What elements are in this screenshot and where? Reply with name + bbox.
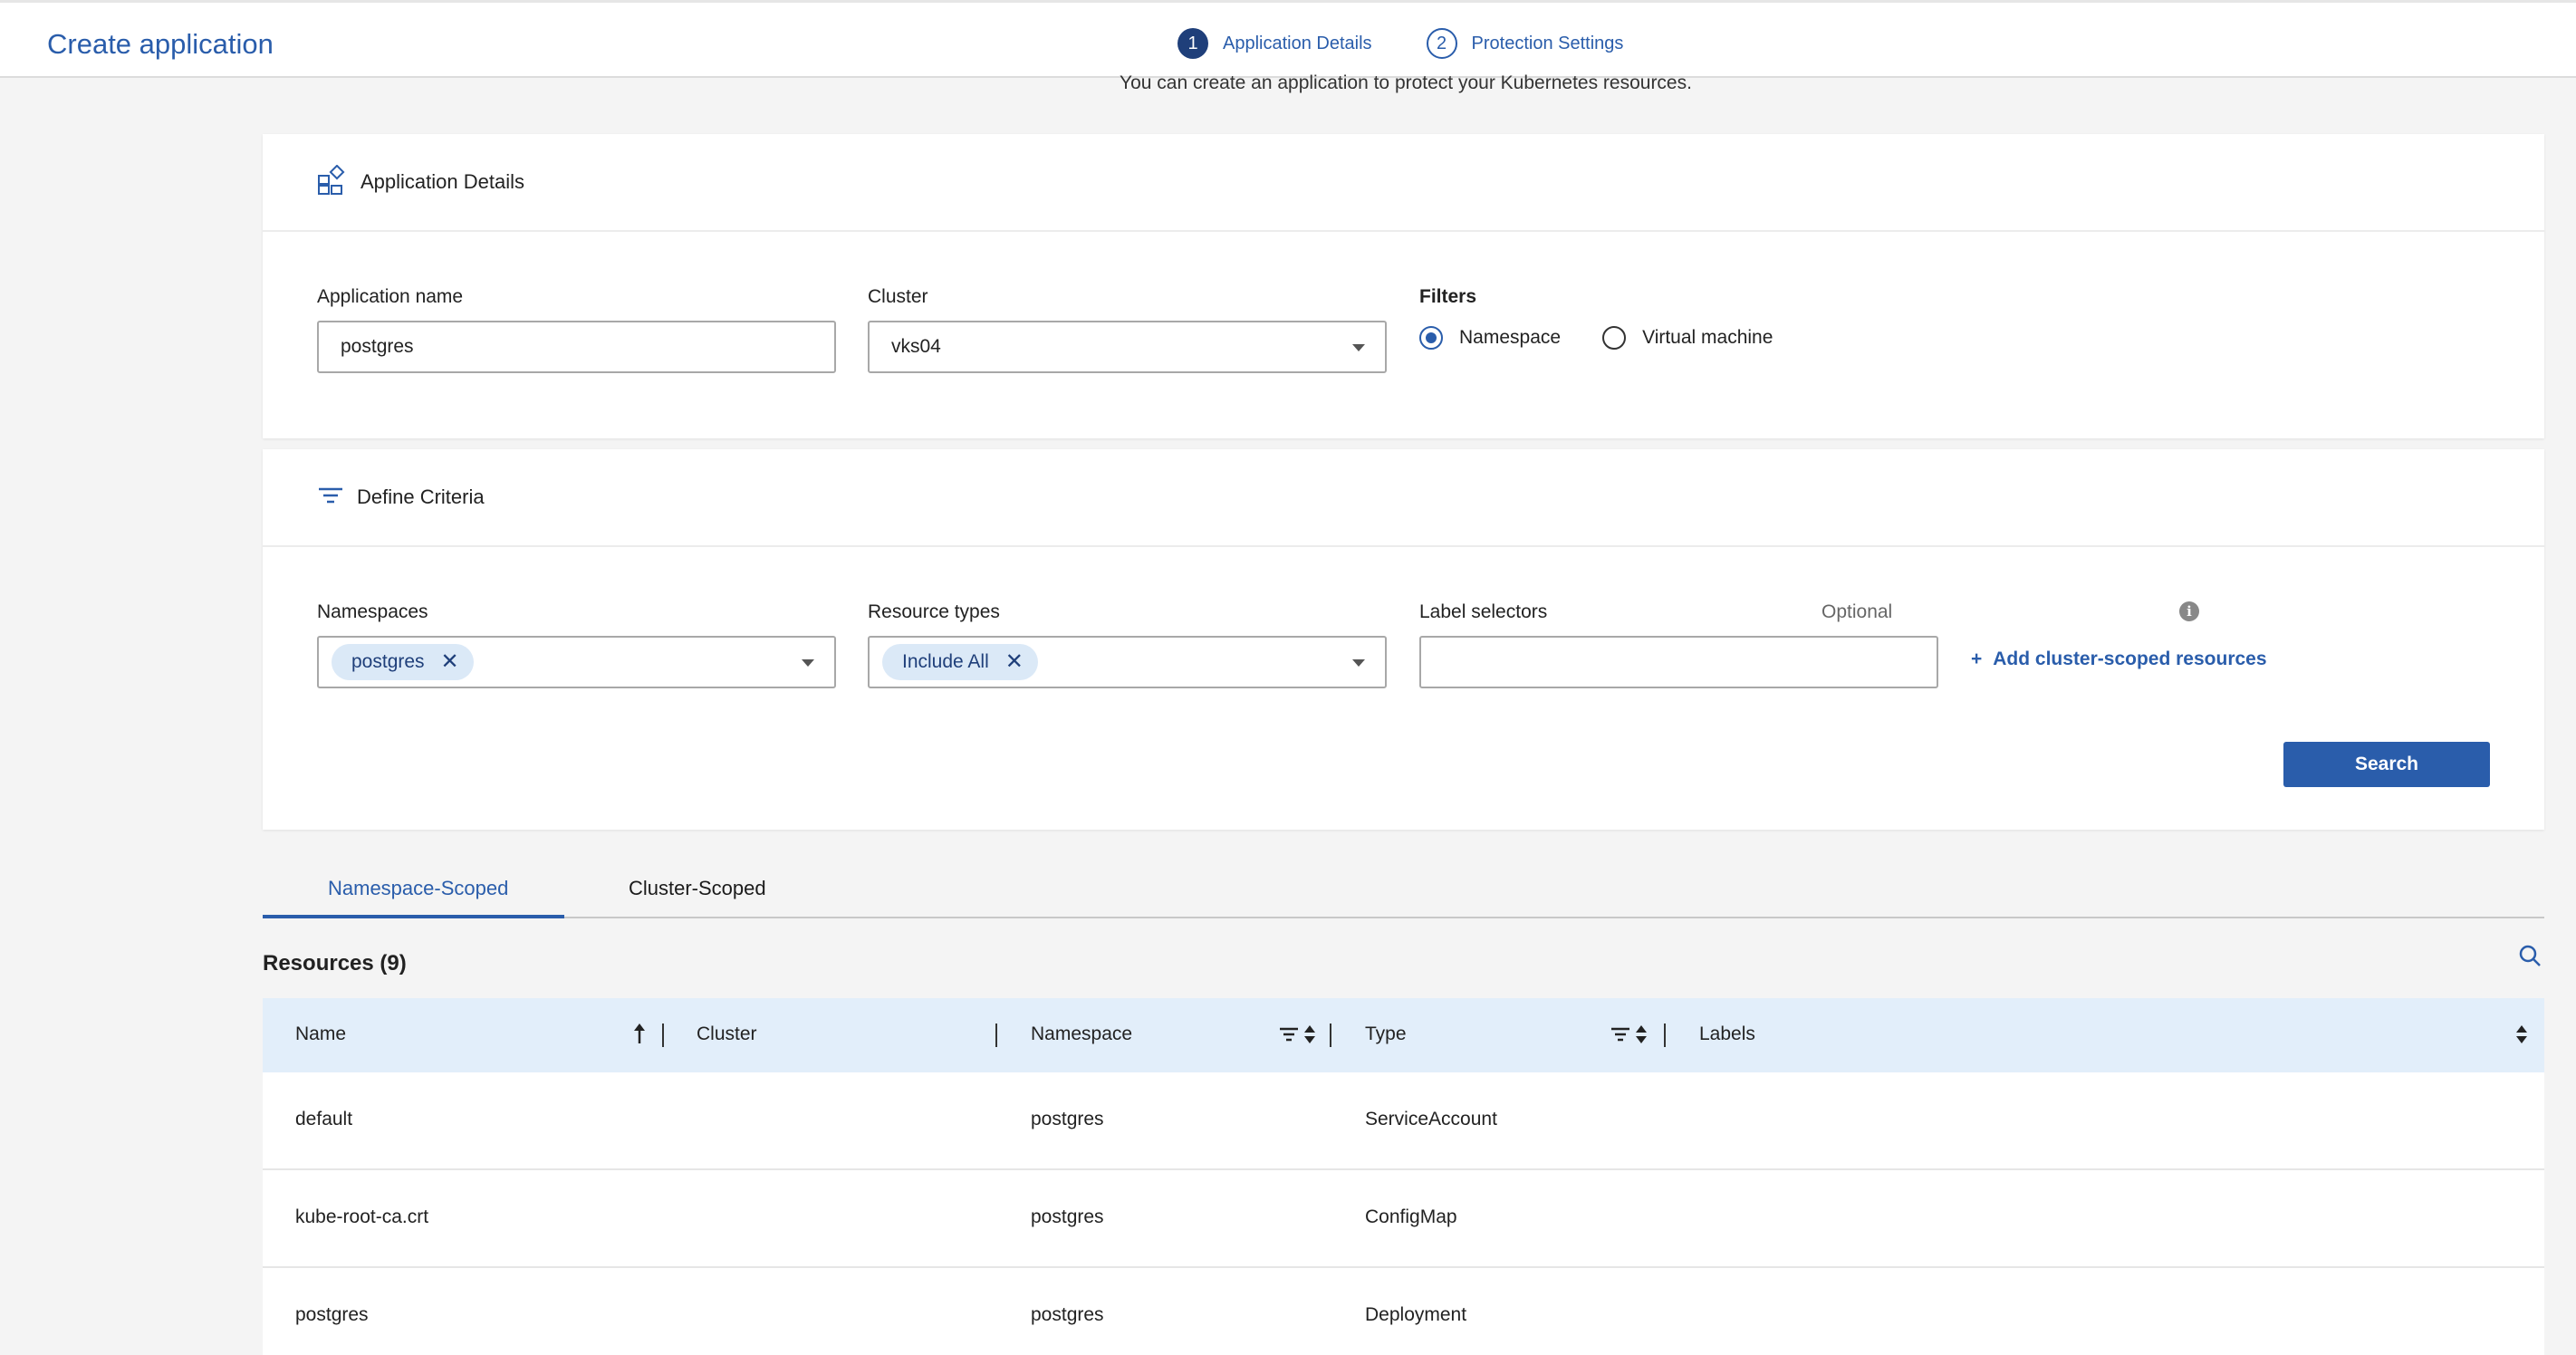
application-details-card: Application Details Application name Clu… (263, 134, 2544, 438)
column-header-type[interactable]: Type (1365, 1023, 1407, 1045)
filters-label: Filters (1419, 286, 1477, 307)
search-button[interactable]: Search (2283, 742, 2490, 787)
resource-types-select[interactable]: Include All ✕ (868, 636, 1387, 688)
resources-title: Resources (9) (263, 951, 407, 975)
namespaces-label: Namespaces (317, 601, 428, 622)
column-header-namespace[interactable]: Namespace (1031, 1023, 1132, 1045)
radio-virtual-machine-label[interactable]: Virtual machine (1642, 327, 1773, 349)
column-header-labels[interactable]: Labels (1699, 1023, 1755, 1045)
define-criteria-header: Define Criteria (263, 449, 2544, 547)
radio-virtual-machine[interactable] (1602, 326, 1627, 350)
application-name-input[interactable] (317, 321, 836, 373)
search-icon[interactable] (2518, 944, 2542, 972)
define-criteria-title: Define Criteria (357, 485, 485, 508)
cell-namespace: postgres (1031, 1206, 1104, 1227)
column-resizer[interactable] (995, 1023, 997, 1047)
cluster-select[interactable]: vks04 (868, 321, 1387, 373)
info-icon[interactable]: i (2179, 601, 2199, 621)
cell-namespace: postgres (1031, 1109, 1104, 1129)
resources-table: Name Cluster Namespace Type Labels defau… (263, 998, 2544, 1355)
namespace-chip-label: postgres (351, 651, 425, 672)
step-application-details[interactable]: 1 Application Details (1177, 28, 1372, 59)
namespaces-select[interactable]: postgres ✕ (317, 636, 836, 688)
step-protection-settings[interactable]: 2 Protection Settings (1426, 28, 1624, 59)
column-resizer[interactable] (662, 1023, 664, 1047)
column-header-name[interactable]: Name (295, 1023, 346, 1045)
filters-radio-group: Namespace Virtual machine (1419, 326, 1814, 350)
arrow-up-icon[interactable] (632, 1022, 647, 1050)
add-link-label: Add cluster-scoped resources (1993, 649, 2267, 669)
cell-name: postgres (295, 1304, 369, 1325)
step-number-2: 2 (1426, 28, 1457, 59)
scope-tabs: Namespace-Scoped Cluster-Scoped (263, 864, 2544, 918)
tab-namespace-scoped[interactable]: Namespace-Scoped (328, 877, 508, 900)
column-resizer[interactable] (1664, 1023, 1666, 1047)
page-title: Create application (47, 28, 274, 60)
filter-icon[interactable] (1279, 1025, 1299, 1048)
table-row[interactable]: postgres postgres Deployment (263, 1268, 2544, 1355)
plus-icon: + (1971, 649, 1983, 669)
wizard-stepper: 1 Application Details 2 Protection Setti… (1177, 28, 1677, 59)
chevron-down-icon (1352, 659, 1365, 667)
cell-name: default (295, 1109, 353, 1129)
cluster-select-value: vks04 (891, 336, 941, 357)
step-label-1: Application Details (1223, 33, 1372, 53)
top-bar: Create application 1 Application Details… (0, 0, 2576, 78)
step-label-2: Protection Settings (1471, 33, 1624, 53)
label-selectors-label: Label selectors (1419, 601, 1548, 622)
sort-icon[interactable] (1302, 1023, 1317, 1050)
define-criteria-card: Define Criteria Namespaces postgres ✕ Re… (263, 449, 2544, 830)
chevron-down-icon (802, 659, 814, 667)
column-resizer[interactable] (1330, 1023, 1331, 1047)
sort-icon[interactable] (2514, 1023, 2529, 1050)
sort-icon[interactable] (1634, 1023, 1648, 1050)
resource-type-chip-label: Include All (902, 651, 989, 672)
cell-namespace: postgres (1031, 1304, 1104, 1325)
filter-icon[interactable] (1610, 1025, 1630, 1048)
close-icon[interactable]: ✕ (1005, 651, 1024, 673)
cell-type: ServiceAccount (1365, 1109, 1497, 1129)
step-number-1: 1 (1177, 28, 1208, 59)
table-header: Name Cluster Namespace Type Labels (263, 998, 2544, 1072)
radio-namespace-label[interactable]: Namespace (1459, 327, 1561, 349)
resource-types-label: Resource types (868, 601, 1000, 622)
add-cluster-scoped-resources-link[interactable]: + Add cluster-scoped resources (1971, 649, 2267, 670)
filter-lines-icon (317, 485, 344, 511)
cell-type: ConfigMap (1365, 1206, 1457, 1227)
application-details-header: Application Details (263, 134, 2544, 232)
close-icon[interactable]: ✕ (441, 651, 459, 673)
table-row[interactable]: kube-root-ca.crt postgres ConfigMap (263, 1170, 2544, 1268)
page-subtitle: You can create an application to protect… (1120, 72, 1692, 93)
cell-name: kube-root-ca.crt (295, 1206, 429, 1227)
namespace-chip: postgres ✕ (332, 644, 474, 680)
column-header-cluster[interactable]: Cluster (697, 1023, 757, 1045)
optional-label: Optional (1821, 601, 1893, 622)
resource-type-chip: Include All ✕ (882, 644, 1038, 680)
cell-type: Deployment (1365, 1304, 1467, 1325)
apps-grid-icon (317, 164, 348, 200)
label-selectors-input[interactable] (1419, 636, 1938, 688)
table-row[interactable]: default postgres ServiceAccount (263, 1072, 2544, 1170)
radio-namespace[interactable] (1419, 326, 1443, 350)
tab-cluster-scoped[interactable]: Cluster-Scoped (629, 877, 766, 900)
application-details-title: Application Details (360, 170, 524, 193)
active-tab-indicator (263, 915, 564, 918)
application-name-label: Application name (317, 286, 464, 307)
chevron-down-icon (1352, 344, 1365, 351)
cluster-label: Cluster (868, 286, 928, 307)
